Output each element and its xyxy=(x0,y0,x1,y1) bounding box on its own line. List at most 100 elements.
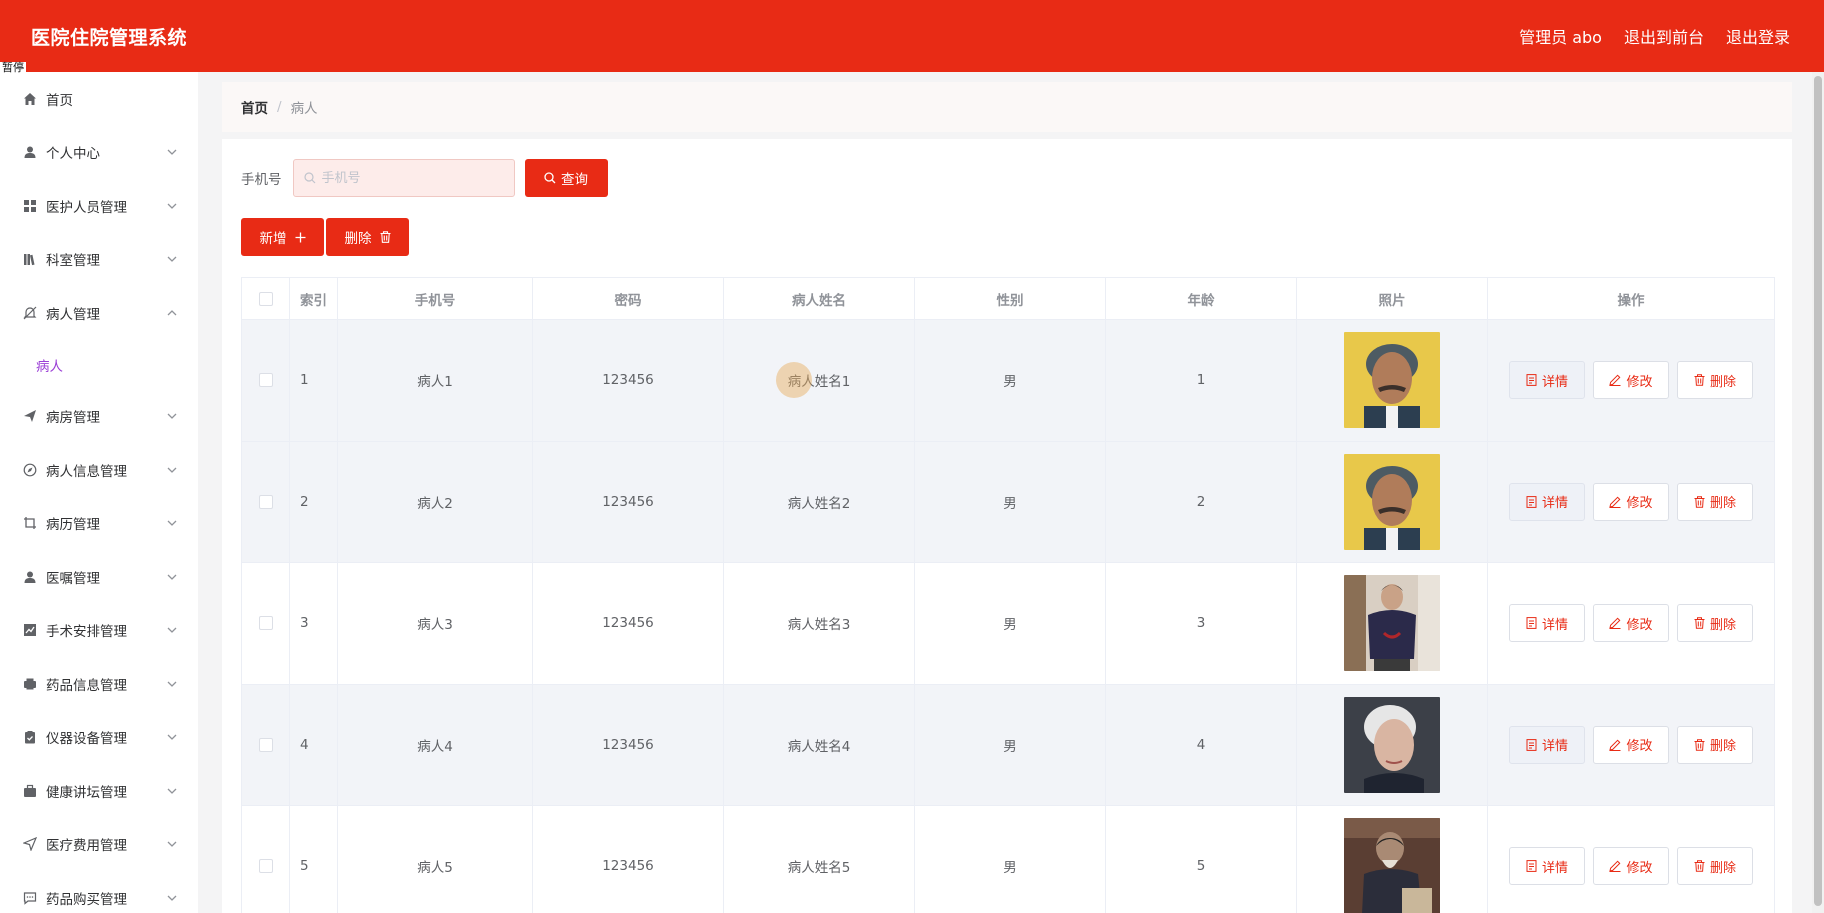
col-header-index: 索引 xyxy=(289,277,338,320)
select-all-checkbox[interactable] xyxy=(258,291,273,306)
cell-index: 3 xyxy=(289,562,338,685)
content-panel: 手机号 查询 新增 删除 索引 xyxy=(222,139,1792,913)
row-checkbox[interactable] xyxy=(258,737,273,752)
edit-label: 修改 xyxy=(1626,860,1653,876)
chevron-down-icon xyxy=(167,681,177,687)
delete-button[interactable]: 删除 xyxy=(1677,361,1753,400)
chevron-up-icon xyxy=(167,309,177,316)
edit-icon xyxy=(1609,739,1621,751)
chevron-down-icon xyxy=(167,149,177,156)
pause-tag: 暂停 xyxy=(0,61,26,74)
chevron-down-icon xyxy=(167,256,177,263)
sidebar-item-medical-fee[interactable]: 医疗费用管理 xyxy=(0,818,198,872)
cell-password: 123456 xyxy=(532,683,724,806)
row-checkbox[interactable] xyxy=(258,373,273,388)
detail-button[interactable]: 详情 xyxy=(1509,482,1585,521)
sidebar-item-doctor-order[interactable]: 医嘱管理 xyxy=(0,550,198,604)
library-icon xyxy=(22,251,38,267)
scrollbar-thumb[interactable] xyxy=(1814,76,1822,906)
query-button[interactable]: 查询 xyxy=(524,159,608,197)
sidebar-item-equipment[interactable]: 仪器设备管理 xyxy=(0,711,198,765)
sidebar-item-home[interactable]: 首页 xyxy=(0,72,198,126)
sidebar-item-label: 仪器设备管理 xyxy=(46,731,127,748)
trash-icon xyxy=(1694,496,1705,508)
batch-delete-button[interactable]: 删除 xyxy=(326,218,409,256)
table-row: 2 病人2 123456 病人姓名2 男 2 详情 修改 删除 xyxy=(241,440,1775,563)
cell-gender: 男 xyxy=(914,319,1106,442)
page-scrollbar[interactable] xyxy=(1812,72,1824,913)
sidebar-item-medical-record[interactable]: 病历管理 xyxy=(0,497,198,551)
chart-icon xyxy=(22,622,38,638)
cell-name: 病人姓名2 xyxy=(723,440,915,563)
cell-phone: 病人2 xyxy=(337,440,533,563)
edit-icon xyxy=(1609,496,1621,508)
add-button-label: 新增 xyxy=(259,231,287,247)
briefcase-icon xyxy=(22,783,38,799)
row-checkbox[interactable] xyxy=(258,616,273,631)
table-header-row: 索引 手机号 密码 病人姓名 性别 年龄 照片 操作 xyxy=(241,277,1775,320)
back-to-front-link[interactable]: 退出到前台 xyxy=(1624,24,1704,48)
row-checkbox[interactable] xyxy=(258,859,273,874)
chevron-down-icon xyxy=(167,203,177,209)
col-header-name: 病人姓名 xyxy=(723,277,915,320)
delete-button[interactable]: 删除 xyxy=(1677,482,1753,521)
edit-button[interactable]: 修改 xyxy=(1593,361,1669,400)
edit-icon xyxy=(1609,860,1621,873)
add-button[interactable]: 新增 xyxy=(241,218,324,256)
sidebar-item-personal-center[interactable]: 个人中心 xyxy=(0,126,198,180)
sidebar-item-drug-info[interactable]: 药品信息管理 xyxy=(0,657,198,711)
edit-button[interactable]: 修改 xyxy=(1593,725,1669,764)
edit-label: 修改 xyxy=(1626,617,1653,633)
detail-button[interactable]: 详情 xyxy=(1509,725,1585,764)
cell-index: 4 xyxy=(289,683,338,806)
cell-password: 123456 xyxy=(532,440,724,563)
edit-button[interactable]: 修改 xyxy=(1593,847,1669,886)
delete-button[interactable]: 删除 xyxy=(1677,604,1753,643)
search-icon xyxy=(303,172,315,184)
detail-button[interactable]: 详情 xyxy=(1509,847,1585,886)
trash-icon xyxy=(1694,374,1705,387)
chevron-down-icon xyxy=(167,413,177,420)
sidebar-item-drug-purchase[interactable]: 药品购买管理 xyxy=(0,871,198,913)
edit-button[interactable]: 修改 xyxy=(1593,604,1669,643)
table-row: 1 病人1 123456 病人姓名1 男 1 详情 修改 删除 xyxy=(241,319,1775,442)
logout-link[interactable]: 退出登录 xyxy=(1726,24,1790,48)
row-select-cell xyxy=(241,319,290,442)
cell-password: 123456 xyxy=(532,805,724,913)
delete-button[interactable]: 删除 xyxy=(1677,725,1753,764)
row-checkbox[interactable] xyxy=(258,494,273,509)
send-icon xyxy=(22,408,38,424)
sidebar-item-label: 科室管理 xyxy=(46,253,100,270)
delete-label: 删除 xyxy=(1709,374,1736,390)
cell-password: 123456 xyxy=(532,562,724,685)
sidebar-item-patient-info[interactable]: 病人信息管理 xyxy=(0,443,198,497)
sidebar-item-ward[interactable]: 病房管理 xyxy=(0,390,198,444)
delete-button[interactable]: 删除 xyxy=(1677,847,1753,886)
cell-age: 4 xyxy=(1105,683,1297,806)
sidebar-item-department[interactable]: 科室管理 xyxy=(0,233,198,287)
col-header-ops: 操作 xyxy=(1487,277,1775,320)
edit-button[interactable]: 修改 xyxy=(1593,482,1669,521)
cell-age: 5 xyxy=(1105,805,1297,913)
sidebar-item-patient-management[interactable]: 病人管理 xyxy=(0,286,198,340)
search-field[interactable] xyxy=(292,159,515,197)
col-header-phone: 手机号 xyxy=(337,277,533,320)
sidebar-item-label: 医疗费用管理 xyxy=(46,838,127,855)
table-row: 5 病人5 123456 病人姓名5 男 5 详情 修改 删除 xyxy=(241,805,1775,913)
sidebar-item-medical-staff[interactable]: 医护人员管理 xyxy=(0,179,198,233)
trash-icon xyxy=(1694,739,1705,751)
detail-button[interactable]: 详情 xyxy=(1509,361,1585,400)
cell-phone: 病人5 xyxy=(337,805,533,913)
sidebar-subitem-patient[interactable]: 病人 xyxy=(0,340,198,390)
admin-user-label[interactable]: 管理员 abo xyxy=(1519,24,1602,48)
breadcrumb-home[interactable]: 首页 xyxy=(241,97,268,117)
chevron-down-icon xyxy=(167,574,177,580)
search-input[interactable] xyxy=(321,170,502,186)
compass-icon xyxy=(22,462,38,478)
sidebar-item-surgery[interactable]: 手术安排管理 xyxy=(0,604,198,658)
crop-icon xyxy=(22,515,38,531)
sidebar-item-health-forum[interactable]: 健康讲坛管理 xyxy=(0,764,198,818)
chevron-down-icon xyxy=(167,734,177,741)
detail-button[interactable]: 详情 xyxy=(1509,604,1585,643)
cell-password: 123456 xyxy=(532,319,724,442)
